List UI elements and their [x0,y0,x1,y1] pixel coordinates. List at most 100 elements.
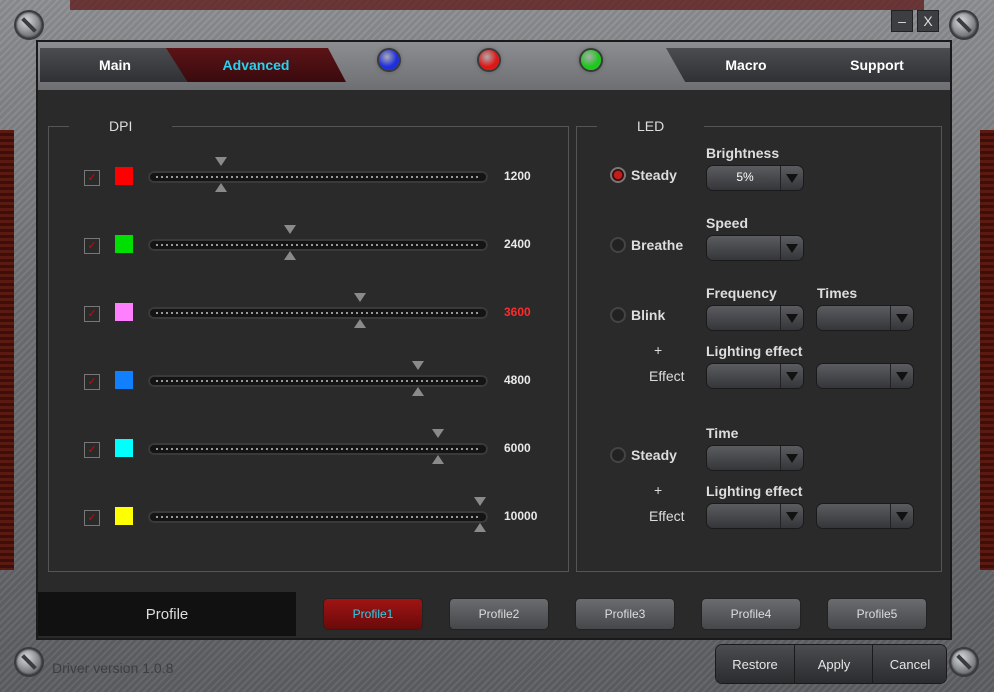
profile5-button[interactable]: Profile5 [828,599,926,629]
blink-effect-label: Effect [649,368,685,384]
dpi-slider-thumb[interactable] [354,319,367,328]
chevron-down-icon [890,364,913,388]
speed-dropdown[interactable] [707,236,803,260]
led-legend: LED [637,118,665,134]
restore-button[interactable]: Restore [716,645,794,683]
dpi-checkbox[interactable]: ✓ [84,306,100,322]
tab-advanced[interactable]: Advanced [166,48,346,82]
blink-plus: + [654,342,663,358]
dpi-panel: DPI [48,118,569,572]
dpi-color-swatch[interactable] [115,371,133,389]
dpi-slider-thumb[interactable] [214,183,227,192]
dpi-color-swatch[interactable] [115,167,133,185]
chevron-down-icon [780,306,803,330]
profile3-button[interactable]: Profile3 [576,599,674,629]
time-dropdown[interactable] [707,446,803,470]
chevron-down-icon [890,306,913,330]
apply-button[interactable]: Apply [794,645,873,683]
brightness-value: 5% [736,170,754,184]
blink-label: Blink [631,307,666,323]
dpi-value: 6000 [504,441,531,455]
dpi-color-swatch[interactable] [115,439,133,457]
tab-support[interactable]: Support [804,48,950,82]
dpi-slider-thumb[interactable] [474,497,486,506]
dpi-color-swatch[interactable] [115,303,133,321]
profile4-button[interactable]: Profile4 [702,599,800,629]
dpi-slider-thumb[interactable] [284,225,297,234]
speed-label: Speed [706,215,749,231]
dpi-slider-thumb[interactable] [431,455,444,464]
dpi-slider-thumb[interactable] [284,251,297,260]
dpi-slider-thumb[interactable] [431,429,444,438]
dpi-checkbox[interactable]: ✓ [84,170,100,186]
driver-version: Driver version 1.0.8 [52,660,174,676]
chevron-down-icon [890,504,913,528]
red-indicator-icon [479,50,499,70]
dpi-value: 2400 [504,237,531,251]
profile1-button[interactable]: Profile1 [324,599,422,629]
steady2-radio[interactable] [610,447,626,463]
dpi-slider-track[interactable] [148,375,488,387]
left-decor-stripe [0,130,14,570]
dpi-slider-track[interactable] [148,171,488,183]
dpi-slider-track[interactable] [148,511,488,523]
green-indicator-icon [581,50,601,70]
minimize-button[interactable]: – [891,10,913,32]
cancel-button[interactable]: Cancel [872,645,947,683]
dpi-checkbox[interactable]: ✓ [84,510,100,526]
profile2-button[interactable]: Profile2 [450,599,548,629]
dpi-value: 10000 [504,509,538,523]
dpi-slider-thumb[interactable] [412,387,425,396]
blue-indicator-icon [379,50,399,70]
dpi-slider-thumb[interactable] [354,293,367,302]
chevron-down-icon [780,446,803,470]
close-button[interactable]: X [917,10,939,32]
dpi-slider-thumb[interactable] [412,361,425,370]
chevron-down-icon [780,236,803,260]
brightness-dropdown[interactable]: 5% [707,166,803,190]
dpi-slider-track[interactable] [148,239,488,251]
chevron-down-icon [780,504,803,528]
steady2-lighting-dropdown-2[interactable] [817,504,913,528]
dpi-color-swatch[interactable] [115,235,133,253]
dpi-slider-track[interactable] [148,443,488,455]
steady2-label: Steady [631,447,677,463]
dpi-color-swatch[interactable] [115,507,133,525]
frequency-dropdown[interactable] [707,306,803,330]
steady2-lighting-dropdown-1[interactable] [707,504,803,528]
blink-lighting-label: Lighting effect [706,343,803,359]
chevron-down-icon [780,166,803,190]
dpi-legend: DPI [109,118,133,134]
steady2-plus: + [654,482,663,498]
time-label: Time [706,425,739,441]
steady2-lighting-label: Lighting effect [706,483,803,499]
blink-lighting-dropdown-2[interactable] [817,364,913,388]
dpi-value: 4800 [504,373,531,387]
steady2-effect-label: Effect [649,508,685,524]
times-dropdown[interactable] [817,306,913,330]
screw-icon [16,12,42,38]
breathe-label: Breathe [631,237,684,253]
steady-radio[interactable] [610,167,626,183]
blink-lighting-dropdown-1[interactable] [707,364,803,388]
dpi-checkbox[interactable]: ✓ [84,238,100,254]
dpi-value: 1200 [504,169,531,183]
screw-icon [951,649,977,675]
profile-label: Profile [38,592,296,636]
screw-icon [16,649,42,675]
dpi-slider-thumb[interactable] [474,523,486,532]
dpi-slider-thumb[interactable] [214,157,227,166]
dpi-slider-track[interactable] [148,307,488,319]
breathe-radio[interactable] [610,237,626,253]
dpi-value: 3600 [504,305,531,319]
frequency-label: Frequency [706,285,777,301]
screw-icon [951,12,977,38]
dpi-checkbox[interactable]: ✓ [84,374,100,390]
dpi-checkbox[interactable]: ✓ [84,442,100,458]
right-decor-stripe [980,130,994,570]
times-label: Times [817,285,858,301]
chevron-down-icon [780,364,803,388]
blink-radio[interactable] [610,307,626,323]
tab-macro[interactable]: Macro [666,48,826,82]
tab-main[interactable]: Main [40,48,190,82]
